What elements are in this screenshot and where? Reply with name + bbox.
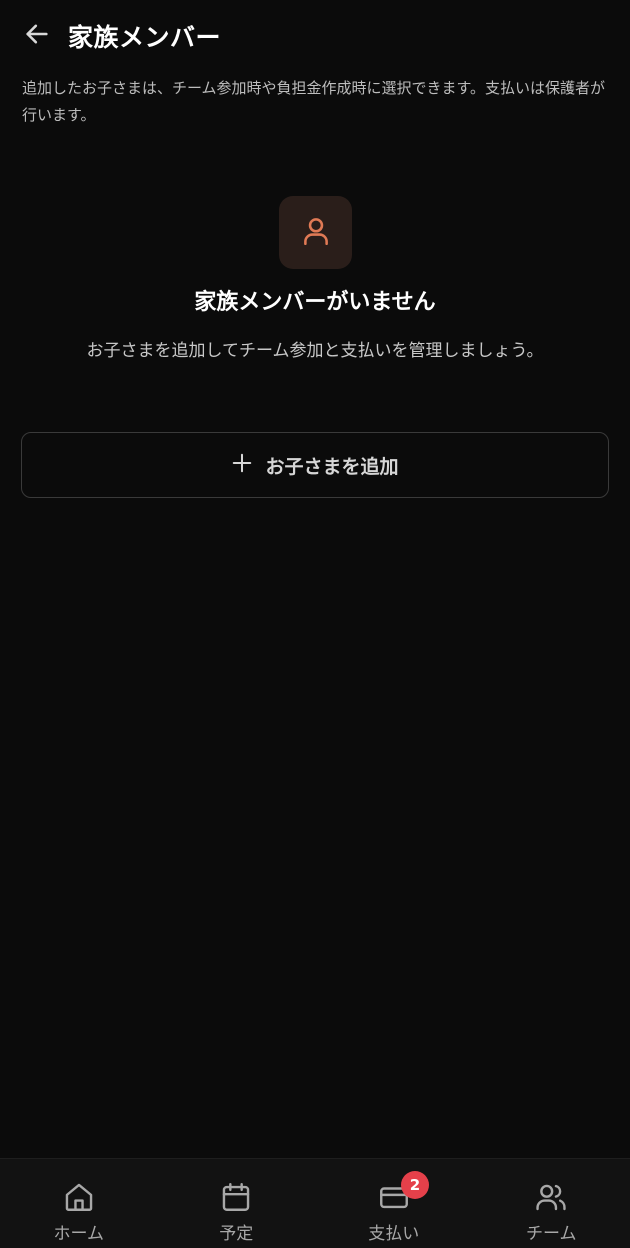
user-icon bbox=[299, 214, 333, 252]
nav-item-home[interactable]: ホーム bbox=[0, 1159, 158, 1248]
nav-item-schedule[interactable]: 予定 bbox=[158, 1159, 316, 1248]
nav-item-team[interactable]: チーム bbox=[473, 1159, 630, 1248]
nav-label-team: チーム bbox=[526, 1224, 577, 1244]
payments-badge: 2 bbox=[401, 1171, 429, 1199]
header: 家族メンバー bbox=[0, 0, 630, 72]
users-icon bbox=[533, 1179, 569, 1215]
nav-item-payments[interactable]: 2 支払い bbox=[315, 1159, 473, 1248]
nav-label-home: ホーム bbox=[53, 1224, 105, 1244]
add-child-button[interactable]: お子さまを追加 bbox=[21, 432, 609, 498]
empty-state-subtitle: お子さまを追加してチーム参加と支払いを管理しましょう。 bbox=[86, 341, 544, 361]
add-child-button-label: お子さまを追加 bbox=[265, 455, 399, 478]
home-icon bbox=[61, 1179, 97, 1215]
family-members-screen: 家族メンバー 追加したお子さまは、チーム参加時や負担金作成時に選択できます。支払… bbox=[0, 0, 630, 1248]
nav-label-schedule: 予定 bbox=[219, 1224, 254, 1244]
empty-state-icon-container bbox=[279, 196, 352, 269]
empty-state-title: 家族メンバーがいません bbox=[194, 290, 436, 315]
nav-label-payments: 支払い bbox=[368, 1224, 420, 1244]
plus-icon bbox=[231, 452, 253, 478]
page-title: 家族メンバー bbox=[68, 23, 222, 52]
arrow-left-icon bbox=[23, 20, 51, 52]
page-description: 追加したお子さまは、チーム参加時や負担金作成時に選択できます。支払いは保護者が行… bbox=[22, 79, 606, 124]
back-button[interactable] bbox=[18, 17, 56, 55]
bottom-nav: ホーム 予定 2 支払い チーム bbox=[0, 1158, 630, 1248]
calendar-icon bbox=[218, 1179, 254, 1215]
